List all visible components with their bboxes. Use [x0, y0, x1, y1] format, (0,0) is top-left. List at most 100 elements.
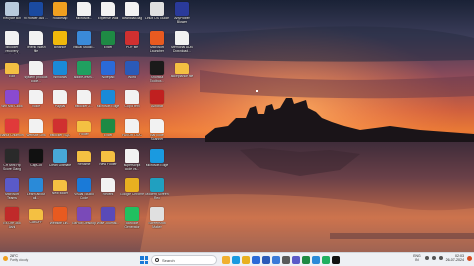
language-indicator[interactable]: ENG IN	[413, 254, 420, 262]
desktop-icon-label: Microsoft...	[75, 17, 93, 20]
desktop-icon[interactable]: download-tag	[120, 1, 144, 31]
taskbar-spotify-icon[interactable]	[322, 256, 330, 264]
clock[interactable]: 02:03 26-07-2024	[446, 254, 464, 262]
desktop-icon[interactable]: FAVOR DOC	[120, 118, 144, 148]
desktop-icon[interactable]: adobe-iesm...	[72, 60, 96, 90]
taskbar-settings-icon[interactable]	[282, 256, 290, 264]
desktop-icon[interactable]: Notepad	[96, 60, 120, 90]
desktop-icon[interactable]: system product code...	[24, 60, 48, 90]
desktop-icon[interactable]: AnyPower Blower	[170, 1, 194, 31]
desktop-icon[interactable]: Visual Studio...	[72, 30, 96, 60]
app-icon	[77, 207, 91, 221]
desktop-icon[interactable]: Screenshot Maker	[145, 206, 169, 236]
desktop-icon[interactable]: Excel	[96, 30, 120, 60]
app-icon	[53, 2, 67, 16]
notification-icon[interactable]	[467, 255, 472, 261]
desktop-icon-label: Voice	[31, 105, 41, 108]
desktop-icon[interactable]: Expense Wall	[96, 1, 120, 31]
desktop-icon[interactable]: Clean Ultimate	[48, 148, 72, 178]
battery-icon[interactable]	[438, 256, 443, 261]
desktop-icon[interactable]: Excel	[96, 118, 120, 148]
file-icon	[101, 2, 115, 16]
desktop-icon[interactable]: Bar code Scanner	[145, 118, 169, 148]
desktop-icon[interactable]: Website Link	[24, 118, 48, 148]
desktop-icon[interactable]: CapCut	[24, 148, 48, 178]
file-icon	[53, 90, 67, 104]
folder-icon	[77, 151, 91, 162]
folder-icon	[175, 63, 189, 74]
desktop-icon[interactable]: Modern Screen Rec	[145, 177, 169, 207]
desktop-icon[interactable]: bitlocker SQL	[48, 118, 72, 148]
desktop-icon[interactable]: Wise Journal...	[96, 206, 120, 236]
file-icon	[29, 119, 43, 133]
desktop-icon[interactable]: Edit	[0, 60, 24, 90]
desktop-icon[interactable]: Rename	[72, 148, 96, 178]
desktop-icon[interactable]: Ex-Ore 365 Ashi	[0, 206, 24, 236]
desktop-icon[interactable]: Microsoft Teams	[0, 177, 24, 207]
desktop-icon-label: Word	[127, 76, 137, 79]
desktop-icon[interactable]: CH Mini Hp Score Gang	[0, 148, 24, 178]
desktop-icon[interactable]: Microsoft Edge	[96, 89, 120, 119]
desktop-icon-label: Win Mic Clock	[1, 105, 23, 108]
desktop-icon[interactable]: Paypal	[48, 89, 72, 119]
taskbar-edge-icon[interactable]	[232, 256, 240, 264]
desktop-icon[interactable]: Roadmap	[48, 1, 72, 31]
desktop-icon[interactable]: Cop'd text	[120, 89, 144, 119]
desktop-icon[interactable]: Binance	[48, 30, 72, 60]
taskbar-chrome-icon[interactable]	[242, 256, 250, 264]
desktop-icon[interactable]: Microsoft Launcher	[145, 30, 169, 60]
taskbar-capcut-icon[interactable]	[332, 256, 340, 264]
desktop-icon[interactable]: bitlocker 2...	[72, 89, 96, 119]
app-icon	[29, 2, 43, 16]
desktop-icon-label: Screenshot Maker	[148, 222, 166, 229]
taskbar-mail-icon[interactable]	[252, 256, 260, 264]
desktop-icon[interactable]: Linux OS Guide	[145, 1, 169, 31]
desktop-icon[interactable]: acceptance file	[170, 60, 194, 90]
volume-icon[interactable]	[431, 256, 436, 261]
folder-icon	[53, 180, 67, 191]
file-icon	[125, 2, 139, 16]
desktop-icon[interactable]: Google Chrome	[120, 177, 144, 207]
taskbar-search-box[interactable]: Search	[151, 255, 217, 265]
desktop-icon-label: Expense Wall	[97, 17, 119, 20]
file-icon	[5, 31, 19, 45]
desktop-icon[interactable]: Website Lin...	[48, 206, 72, 236]
desktop-icon[interactable]: Microsoft...	[72, 1, 96, 31]
desktop-icon[interactable]: Acrobat	[145, 89, 169, 119]
desktop-icon[interactable]: Learn about all...	[24, 177, 48, 207]
desktop-icon-label: Linux OS Guide	[145, 17, 169, 20]
taskbar-store-icon[interactable]	[272, 256, 280, 264]
desktop-icon[interactable]: GitHub Desktop	[72, 206, 96, 236]
desktop-icon[interactable]: Memorial ADB Download...	[170, 30, 194, 60]
desktop-icon[interactable]: Folder	[72, 118, 96, 148]
desktop-icon[interactable]: Telerik Wash file	[24, 30, 48, 60]
desktop-icon[interactable]: Visual Studio Code	[72, 177, 96, 207]
taskbar-file-explorer-icon[interactable]	[222, 256, 230, 264]
weather-widget[interactable]: 28°C Partly cloudy	[3, 254, 28, 262]
taskbar-excel-icon[interactable]	[302, 256, 310, 264]
desktop-icon[interactable]: New folder	[48, 177, 72, 207]
desktop-icon[interactable]: PDF file	[120, 30, 144, 60]
desktop-icon[interactable]: Word	[120, 60, 144, 90]
desktop-icon[interactable]: Voice	[24, 89, 48, 119]
desktop-icon[interactable]: Recycle Bin	[0, 1, 24, 31]
taskbar-word-icon[interactable]	[262, 256, 270, 264]
desktop-icon[interactable]: Barcode Generator	[120, 206, 144, 236]
app-icon	[29, 149, 43, 163]
desktop-icon[interactable]: bitlocker recovery credentials	[0, 30, 24, 60]
desktop-icon[interactable]: Bahut Chumkin	[0, 118, 24, 148]
start-button[interactable]	[140, 256, 148, 264]
wifi-icon[interactable]	[424, 256, 429, 261]
desktop-icon[interactable]: Shortcut Toolbox...	[145, 60, 169, 90]
desktop-icon[interactable]: CabOFF	[24, 206, 48, 236]
taskbar-teams-icon[interactable]	[292, 256, 300, 264]
desktop-icon[interactable]: New Folder	[96, 148, 120, 178]
taskbar-photos-icon[interactable]	[312, 256, 320, 264]
desktop-icon[interactable]: superscript code vs...	[120, 148, 144, 178]
desktop-icon[interactable]: Win Mic Clock	[0, 89, 24, 119]
desktop-icon-label: system product code...	[24, 76, 48, 83]
desktop-icon[interactable]: Windows	[48, 60, 72, 90]
desktop-icon[interactable]: hi Roster 365 ...	[24, 1, 48, 31]
desktop-icon[interactable]: Recent	[96, 177, 120, 207]
desktop-icon[interactable]: Microsoft Edge	[145, 148, 169, 178]
